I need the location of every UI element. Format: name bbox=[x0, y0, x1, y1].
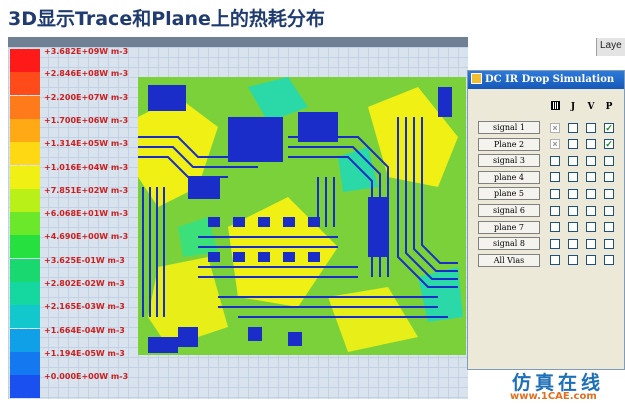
layer-button[interactable]: plane 7 bbox=[478, 220, 540, 234]
legend-swatch bbox=[10, 142, 40, 166]
checkbox[interactable] bbox=[568, 172, 578, 183]
legend-label: +4.690E+00W m-3 bbox=[44, 232, 129, 242]
watermark-url: www.1CAE.com bbox=[510, 391, 597, 402]
disabled-checkbox[interactable]: × bbox=[550, 122, 560, 133]
layer-side-tab[interactable]: Laye bbox=[596, 38, 625, 56]
legend-label: +1.664E-04W m-3 bbox=[44, 325, 125, 335]
legend-swatch bbox=[10, 258, 40, 282]
pcb-board[interactable] bbox=[138, 77, 466, 355]
layer-button[interactable]: All Vias bbox=[478, 253, 540, 267]
checkbox[interactable] bbox=[604, 238, 614, 249]
layer-button[interactable]: plane 4 bbox=[478, 170, 540, 184]
legend-swatch bbox=[10, 282, 40, 305]
checkbox[interactable] bbox=[586, 122, 596, 133]
checkbox[interactable] bbox=[550, 255, 560, 266]
layer-button[interactable]: signal 6 bbox=[478, 204, 540, 217]
checkbox[interactable] bbox=[586, 155, 596, 166]
checkbox[interactable] bbox=[568, 238, 578, 249]
checkbox[interactable] bbox=[568, 205, 578, 216]
legend-label: +2.846E+08W m-3 bbox=[44, 69, 129, 79]
legend-swatch bbox=[10, 49, 40, 72]
checkmark-icon: ✓ bbox=[605, 122, 613, 133]
legend-swatch bbox=[10, 118, 40, 142]
legend-label: +1.314E+05W m-3 bbox=[44, 139, 129, 149]
checkbox[interactable] bbox=[550, 222, 560, 233]
checkbox[interactable] bbox=[586, 205, 596, 216]
cross-icon: × bbox=[552, 139, 558, 150]
checked-checkbox[interactable]: ✓ bbox=[604, 139, 614, 150]
simulation-viewport[interactable]: +3.682E+09W m-3 +2.846E+08W m-3 +2.200E+07… bbox=[8, 37, 468, 399]
checkbox[interactable] bbox=[604, 172, 614, 183]
dialog-title-text: DC IR Drop Simulation bbox=[485, 74, 615, 85]
legend-label: +0.000E+00W m-3 bbox=[44, 372, 129, 382]
legend-label: +2.165E-03W m-3 bbox=[44, 302, 125, 312]
legend-swatch bbox=[10, 351, 40, 375]
legend-swatch bbox=[10, 165, 40, 189]
legend-swatch bbox=[10, 95, 40, 119]
legend-swatch bbox=[10, 212, 40, 236]
checkbox[interactable] bbox=[568, 122, 578, 133]
checkmark-icon: ✓ bbox=[605, 139, 613, 150]
checkbox[interactable] bbox=[568, 222, 578, 233]
checkbox[interactable] bbox=[604, 188, 614, 199]
legend-label: +3.682E+09W m-3 bbox=[44, 47, 129, 56]
checkbox[interactable] bbox=[568, 155, 578, 166]
checkbox[interactable] bbox=[586, 222, 596, 233]
checkbox[interactable] bbox=[586, 139, 596, 150]
checkbox[interactable] bbox=[586, 172, 596, 183]
checkbox[interactable] bbox=[586, 238, 596, 249]
legend-label: +7.851E+02W m-3 bbox=[44, 185, 129, 195]
layer-button[interactable]: signal 1 bbox=[478, 121, 540, 134]
checkbox[interactable] bbox=[586, 188, 596, 199]
slide-title: 3D显示Trace和Plane上的热耗分布 bbox=[8, 8, 325, 30]
color-legend: +3.682E+09W m-3 +2.846E+08W m-3 +2.200E+07… bbox=[8, 47, 143, 399]
dc-ir-drop-dialog: DC IR Drop Simulation J V Psignal 1 × ✓ Plane… bbox=[467, 70, 625, 370]
legend-label: +1.194E-05W m-3 bbox=[44, 348, 125, 358]
checked-checkbox[interactable]: ✓ bbox=[604, 122, 614, 133]
checkbox[interactable] bbox=[550, 172, 560, 183]
legend-swatch bbox=[10, 188, 40, 212]
dialog-title-bar[interactable]: DC IR Drop Simulation bbox=[468, 71, 624, 89]
select-all-icon bbox=[550, 101, 560, 110]
checkbox[interactable] bbox=[604, 222, 614, 233]
checkbox[interactable] bbox=[586, 255, 596, 266]
column-header-v: V bbox=[587, 102, 595, 112]
checkbox[interactable] bbox=[550, 238, 560, 249]
checkbox[interactable] bbox=[550, 188, 560, 199]
legend-label: +1.700E+06W m-3 bbox=[44, 115, 129, 125]
pcb-heatmap-render bbox=[138, 77, 463, 353]
checkbox[interactable] bbox=[604, 155, 614, 166]
layer-button[interactable]: signal 3 bbox=[478, 154, 540, 168]
legend-label: +3.625E-01W m-3 bbox=[44, 255, 125, 265]
checkbox[interactable] bbox=[604, 205, 614, 216]
checkbox[interactable] bbox=[568, 139, 578, 150]
checkbox[interactable] bbox=[550, 205, 560, 216]
viewport-top-bar bbox=[8, 37, 468, 47]
legend-swatch bbox=[10, 235, 40, 259]
legend-label: +1.016E+04W m-3 bbox=[44, 162, 129, 172]
checkbox[interactable] bbox=[550, 155, 560, 166]
column-header-j: J bbox=[570, 102, 576, 112]
select-all-checkbox[interactable] bbox=[549, 101, 561, 113]
disabled-checkbox[interactable]: × bbox=[550, 139, 560, 150]
column-header-p: P bbox=[605, 102, 613, 112]
legend-label: +2.802E-02W m-3 bbox=[44, 279, 125, 288]
legend-swatch bbox=[10, 72, 40, 96]
legend-label: +6.068E+01W m-3 bbox=[44, 209, 129, 219]
app-icon bbox=[471, 73, 482, 84]
legend-label: +2.200E+07W m-3 bbox=[44, 92, 129, 102]
layer-button[interactable]: signal 8 bbox=[478, 237, 540, 251]
checkbox[interactable] bbox=[604, 255, 614, 266]
layer-button[interactable]: plane 5 bbox=[478, 187, 540, 201]
checkbox[interactable] bbox=[568, 255, 578, 266]
legend-swatch bbox=[10, 375, 40, 399]
legend-swatch bbox=[10, 328, 40, 352]
legend-swatch bbox=[10, 305, 40, 329]
layer-button[interactable]: Plane 2 bbox=[478, 137, 540, 151]
cross-icon: × bbox=[552, 122, 558, 133]
checkbox[interactable] bbox=[568, 188, 578, 199]
